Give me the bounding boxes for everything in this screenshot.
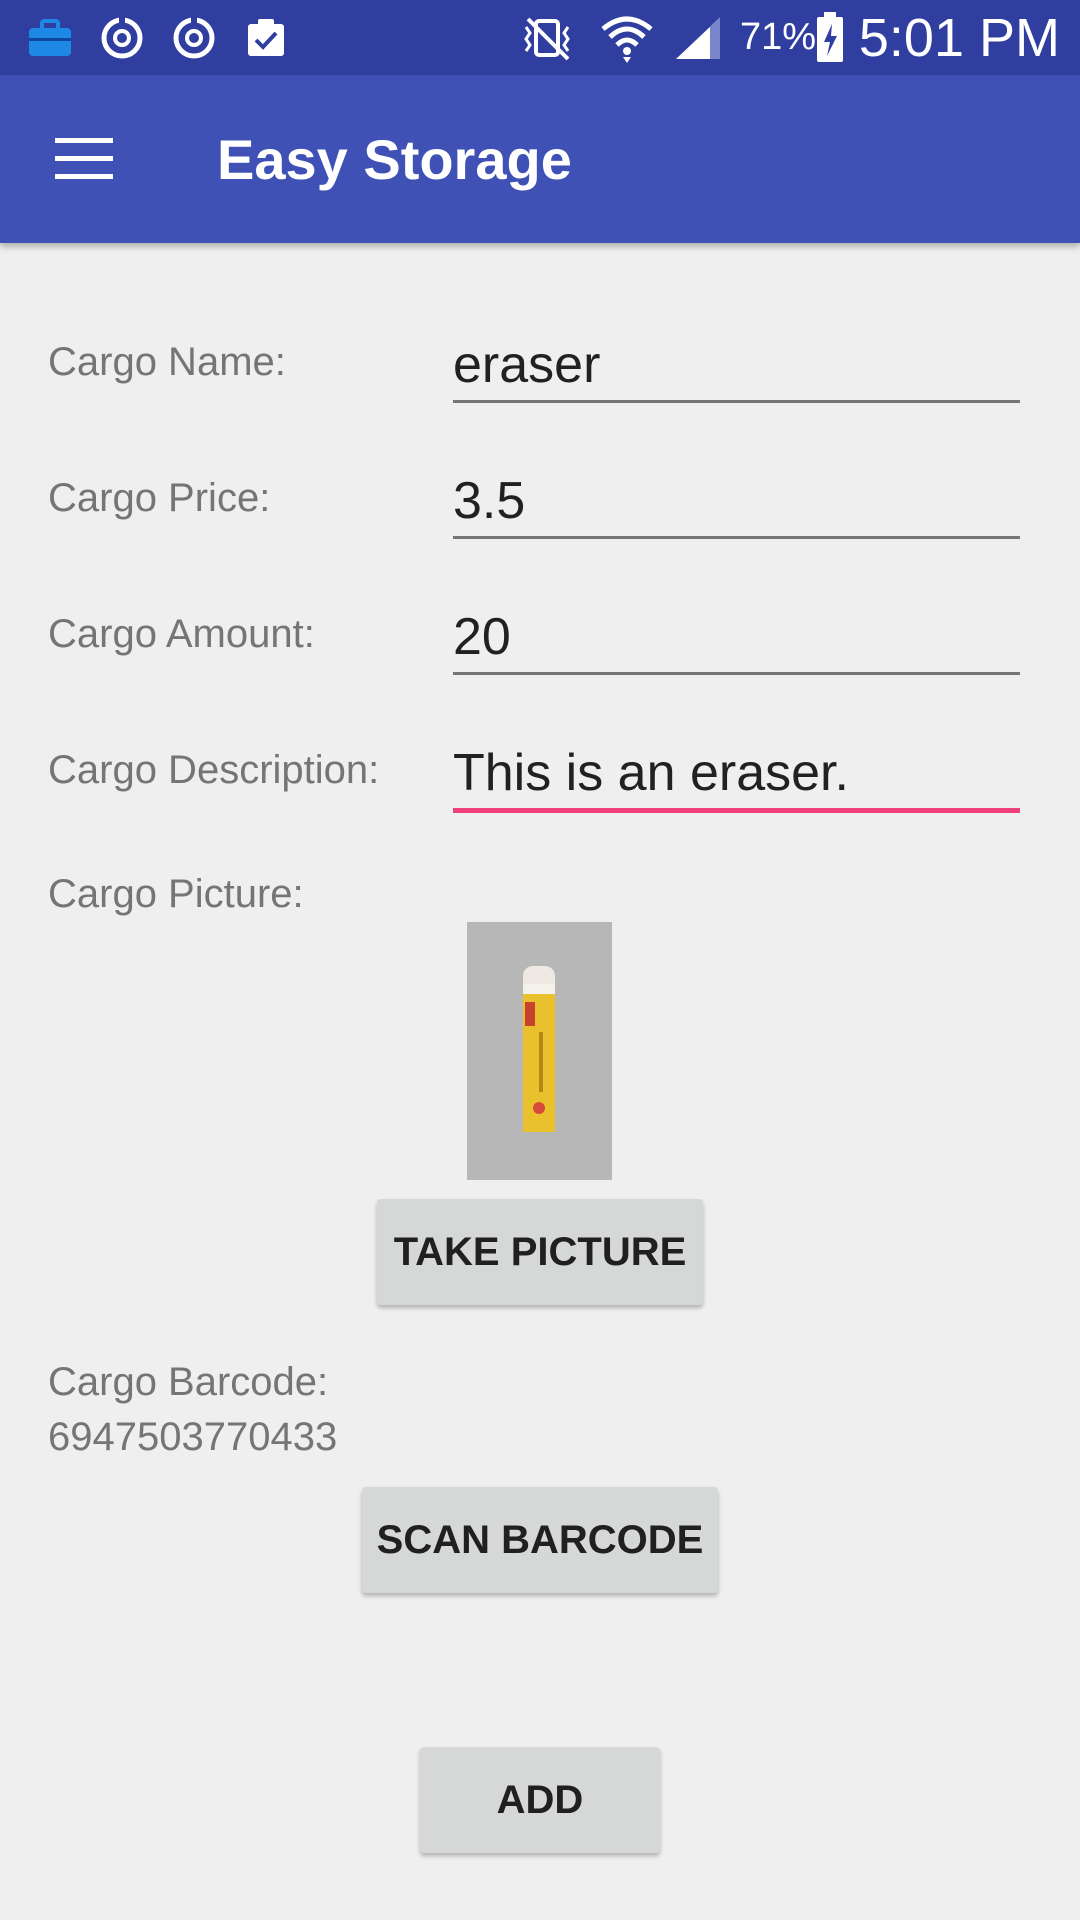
cargo-amount-label: Cargo Amount: xyxy=(48,612,315,656)
cargo-barcode-label: Cargo Barcode: xyxy=(48,1360,329,1404)
cargo-name-input[interactable] xyxy=(453,330,1020,403)
hamburger-menu-icon xyxy=(55,138,113,179)
cargo-description-input[interactable] xyxy=(453,738,1020,813)
app-bar: Easy Storage xyxy=(0,75,1080,243)
cargo-description-label: Cargo Description: xyxy=(48,748,380,792)
cargo-picture-thumbnail xyxy=(467,922,612,1180)
app-title: Easy Storage xyxy=(217,127,572,191)
scan-barcode-button[interactable]: SCAN BARCODE xyxy=(362,1487,718,1593)
battery-charging-icon xyxy=(812,0,848,75)
battery-percent: 71% xyxy=(740,16,817,58)
status-time: 5:01 PM xyxy=(858,7,1060,68)
clipboard-check-icon xyxy=(240,0,292,75)
cargo-amount-input[interactable] xyxy=(453,602,1020,675)
signal-icon xyxy=(672,0,724,75)
add-button[interactable]: ADD xyxy=(420,1747,660,1853)
briefcase-icon xyxy=(24,0,76,75)
menu-button[interactable] xyxy=(34,117,134,201)
wifi-icon xyxy=(596,0,658,75)
cargo-price-label: Cargo Price: xyxy=(48,476,271,520)
vibrate-off-icon xyxy=(512,0,582,75)
take-picture-button[interactable]: TAKE PICTURE xyxy=(377,1199,703,1305)
sync-icon xyxy=(96,0,148,75)
sync-icon xyxy=(168,0,220,75)
cargo-price-input[interactable] xyxy=(453,466,1020,539)
cargo-picture-label: Cargo Picture: xyxy=(48,872,304,916)
status-bar: 71% 5:01 PM xyxy=(0,0,1080,75)
cargo-barcode-value: 6947503770433 xyxy=(48,1415,338,1459)
cargo-name-label: Cargo Name: xyxy=(48,340,286,384)
